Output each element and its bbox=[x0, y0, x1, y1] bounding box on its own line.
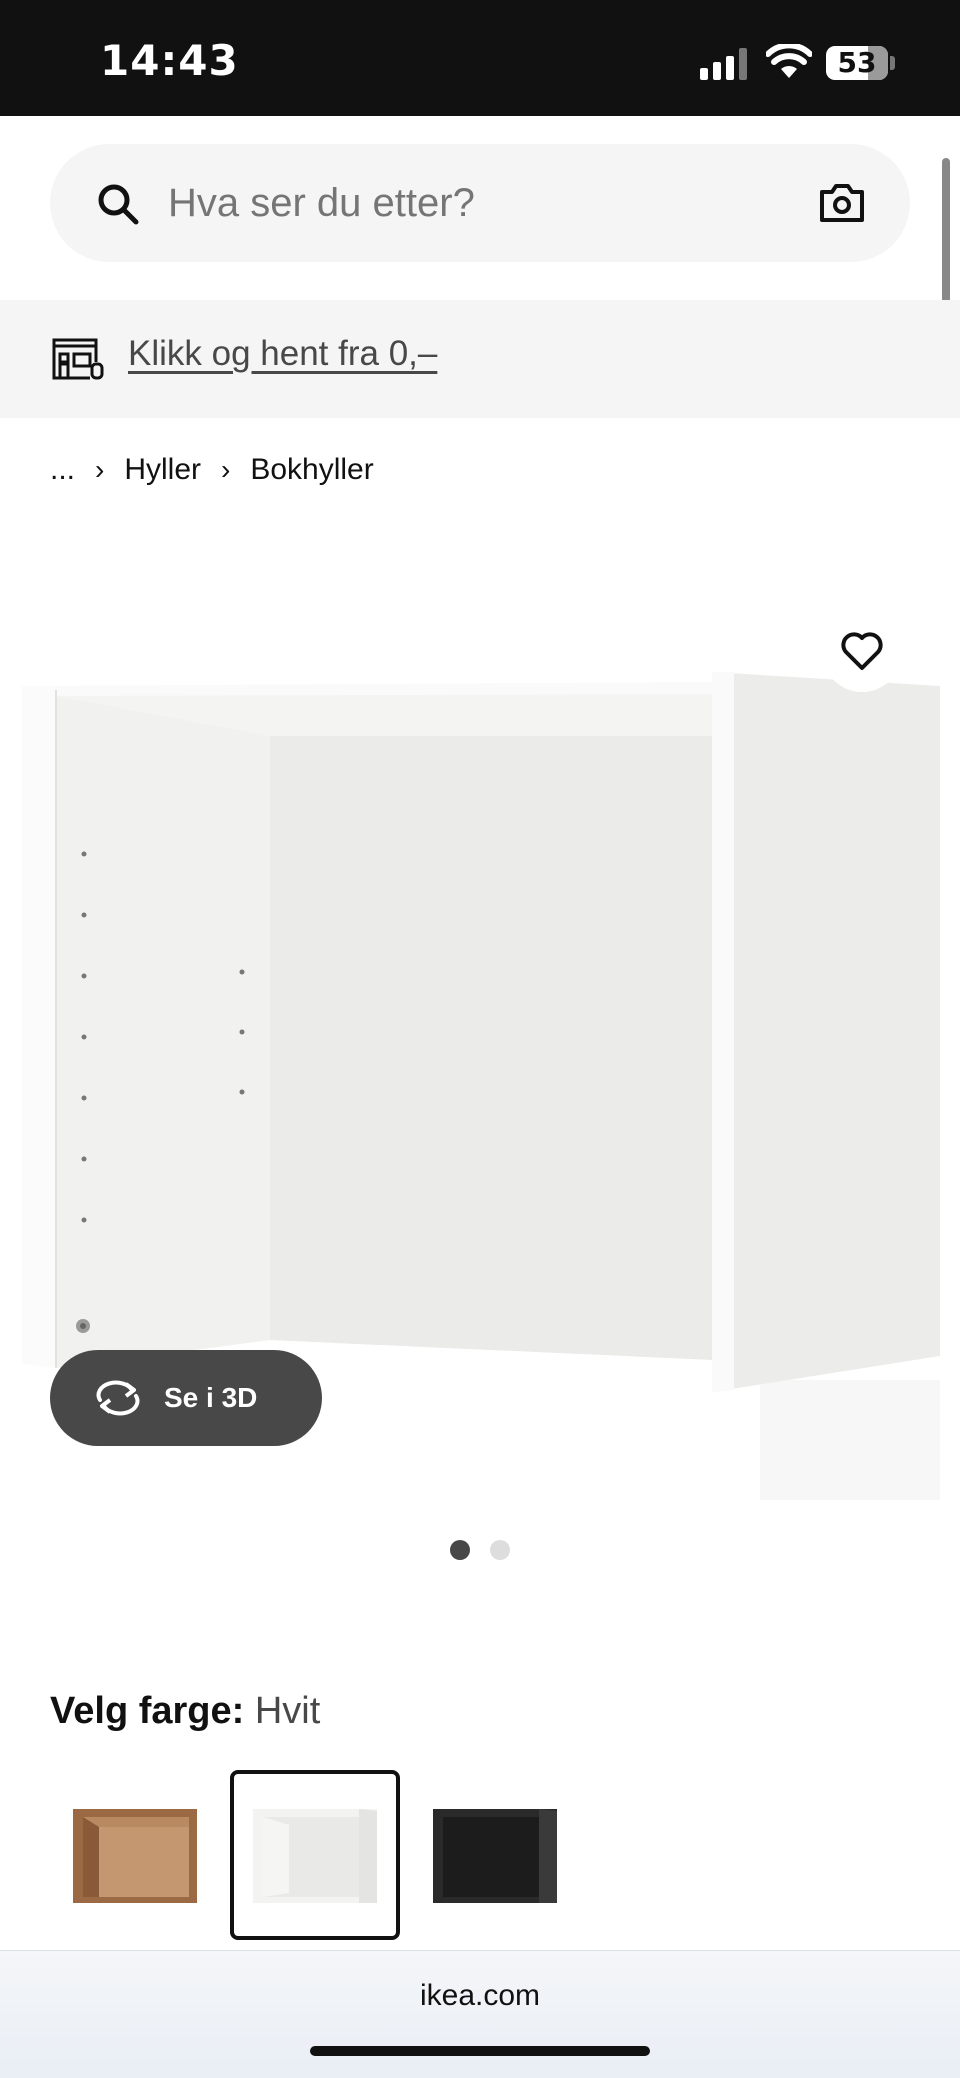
search-bar[interactable] bbox=[50, 144, 910, 262]
gallery-pagination bbox=[450, 1540, 510, 1560]
search-header bbox=[0, 116, 960, 300]
click-collect-link[interactable]: Klikk og hent fra 0,– bbox=[128, 334, 437, 374]
color-label-title: Velg farge: bbox=[50, 1690, 245, 1732]
swatch-black-brown[interactable] bbox=[410, 1770, 580, 1940]
breadcrumb: ... › Hyller › Bokhyller bbox=[50, 450, 374, 490]
white-shelf-thumbnail bbox=[253, 1809, 377, 1903]
heart-icon bbox=[841, 632, 883, 670]
walnut-shelf-thumbnail bbox=[73, 1809, 197, 1903]
chevron-right-icon: › bbox=[221, 454, 231, 485]
color-selector-label: Velg farge: Hvit bbox=[50, 1690, 320, 1733]
store-pickup-icon bbox=[52, 338, 104, 380]
url-text[interactable]: ikea.com bbox=[0, 1979, 960, 2013]
browser-url-bar[interactable]: ikea.com bbox=[0, 1950, 960, 2078]
cellular-signal-icon bbox=[700, 48, 750, 80]
color-swatches bbox=[50, 1770, 580, 1940]
breadcrumb-bokhyller[interactable]: Bokhyller bbox=[250, 453, 373, 487]
status-bar: 14:43 53 bbox=[0, 0, 960, 116]
camera-icon[interactable] bbox=[818, 180, 866, 224]
breadcrumb-hyller[interactable]: Hyller bbox=[124, 453, 201, 487]
view-in-3d-label: Se i 3D bbox=[164, 1382, 258, 1413]
color-selected-value: Hvit bbox=[254, 1690, 321, 1732]
battery-level: 53 bbox=[837, 46, 877, 79]
swatch-walnut[interactable] bbox=[50, 1770, 220, 1940]
favorite-button[interactable] bbox=[822, 612, 902, 692]
status-time: 14:43 bbox=[100, 36, 239, 85]
swatch-white[interactable] bbox=[230, 1770, 400, 1940]
battery-tip bbox=[890, 56, 895, 70]
gallery-dot-2[interactable] bbox=[490, 1540, 510, 1560]
rotate-3d-icon bbox=[96, 1380, 140, 1416]
black-shelf-thumbnail bbox=[433, 1809, 557, 1903]
wifi-icon bbox=[766, 44, 812, 78]
home-indicator[interactable] bbox=[310, 2046, 650, 2056]
view-in-3d-button[interactable]: Se i 3D bbox=[50, 1350, 322, 1446]
battery-icon: 53 bbox=[826, 46, 888, 80]
click-collect-banner: Klikk og hent fra 0,– bbox=[0, 300, 960, 418]
search-icon bbox=[98, 184, 139, 225]
gallery-dot-1[interactable] bbox=[450, 1540, 470, 1560]
chevron-right-icon: › bbox=[95, 454, 105, 485]
breadcrumb-ellipsis[interactable]: ... bbox=[50, 453, 75, 487]
search-input[interactable] bbox=[168, 144, 768, 262]
